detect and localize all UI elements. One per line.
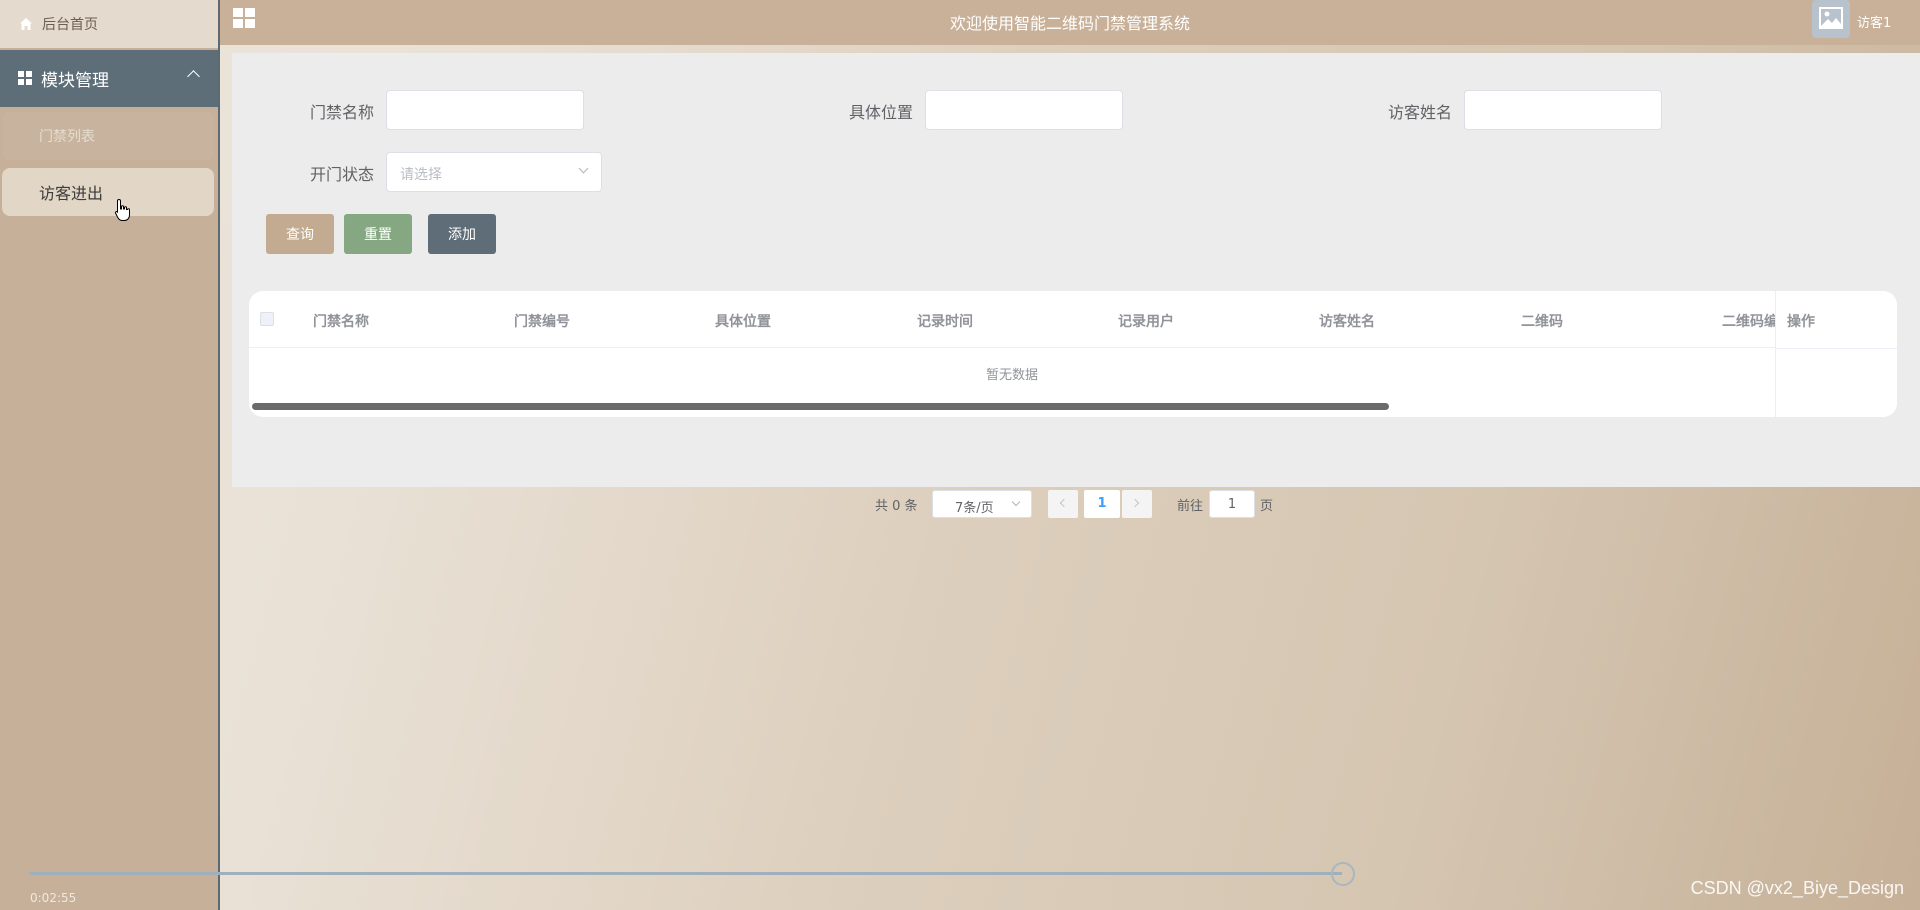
sidebar-module-menu[interactable]: 模块管理	[0, 50, 218, 107]
home-icon	[20, 18, 32, 30]
select-all-checkbox[interactable]	[260, 312, 274, 326]
query-button[interactable]: 查询	[266, 214, 334, 254]
sidebar-item-label: 门禁列表	[39, 129, 95, 145]
empty-state-text: 暂无数据	[985, 368, 1038, 383]
chevron-down-icon	[578, 163, 589, 174]
grid-icon	[18, 71, 33, 86]
chevron-down-icon	[1011, 497, 1021, 507]
column-header[interactable]: 门禁名称	[313, 311, 369, 331]
door-status-select[interactable]: 请选择	[386, 152, 602, 192]
visitor-name-label: 访客姓名	[1388, 103, 1453, 122]
main-panel: 门禁名称 具体位置 访客姓名 开门状态 请选择 查询 重置 添加 门禁名称 门禁…	[232, 53, 1920, 518]
next-page-button[interactable]	[1122, 490, 1152, 518]
column-header[interactable]: 记录时间	[917, 311, 973, 331]
add-button[interactable]: 添加	[428, 214, 496, 254]
goto-label: 前往	[1177, 499, 1204, 514]
page-number-current[interactable]: 1	[1084, 490, 1120, 518]
door-status-placeholder: 请选择	[400, 167, 442, 183]
pagination-total: 共 0 条	[875, 499, 918, 514]
reset-button[interactable]: 重置	[344, 214, 412, 254]
location-label: 具体位置	[849, 103, 914, 122]
door-status-label: 开门状态	[310, 165, 375, 184]
action-column: 操作	[1775, 291, 1897, 417]
column-header[interactable]: 访客姓名	[1319, 311, 1375, 331]
sidebar-item-label: 访客进出	[39, 184, 104, 203]
page-size-select[interactable]: 7条/页	[932, 490, 1032, 518]
watermark: CSDN @vx2_Biye_Design	[1690, 878, 1904, 898]
page-suffix: 页	[1260, 499, 1274, 514]
chevron-left-icon	[1059, 498, 1069, 508]
sidebar: 后台首页 模块管理 门禁列表 访客进出	[0, 0, 220, 910]
location-input[interactable]	[925, 90, 1123, 130]
sidebar-item-door-list[interactable]: 门禁列表	[2, 112, 214, 160]
divider	[1776, 348, 1897, 349]
top-bar: 欢迎使用智能二维码门禁管理系统 访客1	[220, 0, 1920, 45]
door-name-input[interactable]	[386, 90, 584, 130]
horizontal-scrollbar[interactable]	[252, 403, 1389, 410]
column-header[interactable]: 二维码编	[1722, 311, 1778, 331]
video-elapsed-time: 0:02:55	[30, 891, 77, 905]
sidebar-home-label: 后台首页	[42, 17, 98, 33]
table-header: 门禁名称 门禁编号 具体位置 记录时间 记录用户 访客姓名 二维码 二维码编	[249, 291, 1897, 348]
chevron-right-icon	[1130, 498, 1140, 508]
sidebar-item-home[interactable]: 后台首页	[0, 0, 218, 48]
image-placeholder-icon	[1819, 7, 1843, 29]
sidebar-item-visitor-access[interactable]: 访客进出	[2, 168, 214, 216]
avatar[interactable]	[1812, 0, 1850, 38]
visitor-name-input[interactable]	[1464, 90, 1662, 130]
app-title: 欢迎使用智能二维码门禁管理系统	[949, 14, 1190, 33]
column-header[interactable]: 门禁编号	[514, 311, 570, 331]
column-header[interactable]: 记录用户	[1118, 311, 1174, 331]
video-progress-track[interactable]	[30, 872, 1342, 875]
column-header-actions: 操作	[1787, 314, 1815, 330]
goto-page-input[interactable]	[1209, 490, 1255, 518]
sidebar-module-label: 模块管理	[41, 71, 109, 91]
column-header[interactable]: 具体位置	[715, 311, 771, 331]
hand-cursor-icon	[114, 198, 130, 221]
door-name-label: 门禁名称	[310, 103, 375, 122]
column-header[interactable]: 二维码	[1521, 311, 1563, 331]
page-size-value: 7条/页	[955, 501, 994, 516]
video-progress-knob[interactable]	[1331, 862, 1355, 886]
username[interactable]: 访客1	[1857, 12, 1891, 31]
chevron-up-icon	[187, 70, 200, 83]
prev-page-button[interactable]	[1048, 490, 1078, 518]
records-table: 门禁名称 门禁编号 具体位置 记录时间 记录用户 访客姓名 二维码 二维码编 暂…	[249, 291, 1897, 417]
